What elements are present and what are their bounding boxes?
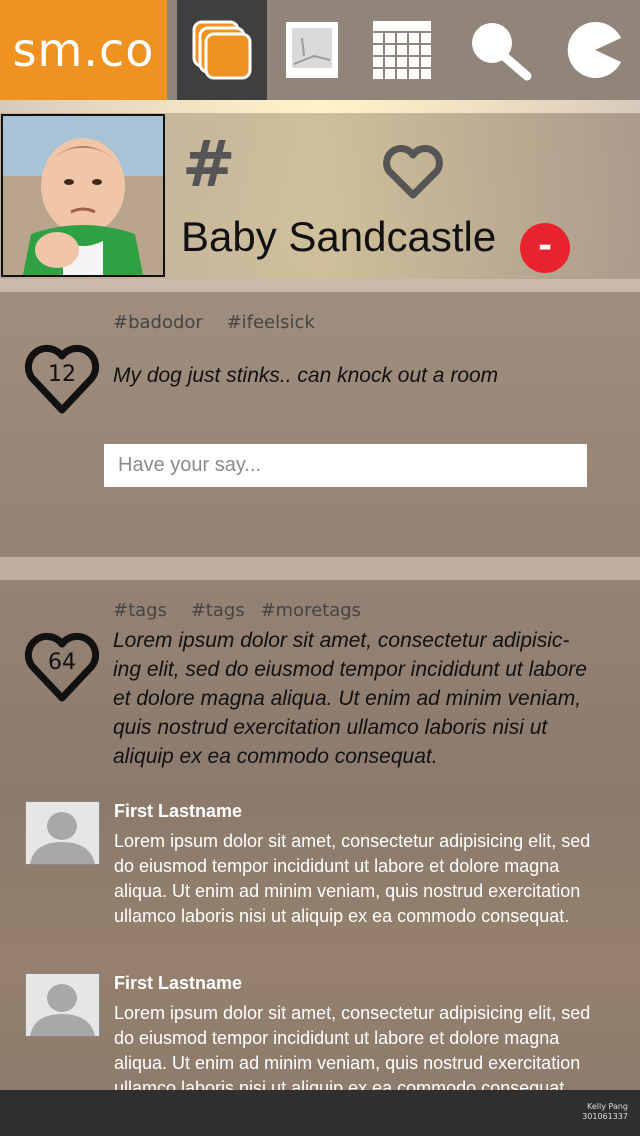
- comment-text: Lorem ipsum dolor sit amet, consectetur …: [114, 1003, 591, 1098]
- calendar-icon: [373, 21, 431, 79]
- post-card: #badodor #ifeelsick 12 My dog just stink…: [0, 292, 640, 557]
- commenter-avatar[interactable]: [25, 973, 100, 1037]
- post-text: Lorem ipsum dolor sit amet, consectetur …: [113, 629, 587, 768]
- remove-button[interactable]: -: [520, 223, 570, 273]
- commenter-avatar[interactable]: [25, 801, 100, 865]
- tag[interactable]: #tags: [113, 600, 167, 621]
- tag[interactable]: #tags: [191, 600, 245, 621]
- top-nav-bar: sm.co: [0, 0, 640, 100]
- comment-text: Lorem ipsum dolor sit amet, consectetur …: [114, 831, 591, 926]
- pacman-icon: [567, 22, 621, 78]
- post-text: My dog just stinks.. can knock out a roo…: [113, 364, 499, 387]
- nav-calendar-button[interactable]: [357, 0, 447, 100]
- divider: [0, 279, 640, 292]
- app-logo[interactable]: sm.co: [0, 0, 167, 100]
- profile-avatar[interactable]: [1, 114, 165, 277]
- post-card: #tags #tags #moretags 64 Lorem ipsum dol…: [0, 580, 640, 1098]
- image-icon: [286, 22, 338, 78]
- post-tags: #badodor #ifeelsick: [113, 312, 333, 333]
- user-placeholder-icon: [30, 984, 95, 1036]
- profile-name: Baby Sandcastle: [181, 213, 497, 260]
- author-name: Kelly Pang: [586, 1102, 628, 1111]
- comment-input[interactable]: [104, 444, 587, 487]
- author-id: 301061337: [582, 1112, 628, 1121]
- like-button[interactable]: 64: [22, 630, 102, 704]
- author-credit: Kelly Pang 301061337: [582, 1102, 628, 1122]
- header-divider: [0, 100, 640, 113]
- stack-cards-icon: [192, 20, 252, 80]
- post-tags: #tags #tags #moretags: [113, 600, 379, 621]
- like-count: 12: [48, 362, 76, 387]
- baby-photo: [3, 116, 163, 275]
- commenter-name[interactable]: First Lastname: [114, 973, 242, 994]
- nav-menu-button[interactable]: [550, 0, 640, 100]
- commenter-name[interactable]: First Lastname: [114, 801, 242, 822]
- user-placeholder-icon: [30, 812, 95, 864]
- tag[interactable]: #badodor: [113, 312, 203, 333]
- heart-icon[interactable]: [380, 143, 446, 201]
- profile-header: # Baby Sandcastle -: [0, 113, 640, 279]
- like-count: 64: [48, 650, 76, 675]
- footer-bar: Kelly Pang 301061337: [0, 1090, 640, 1136]
- tag[interactable]: #moretags: [260, 600, 361, 621]
- nav-search-button[interactable]: [455, 0, 545, 100]
- tag[interactable]: #ifeelsick: [227, 312, 315, 333]
- search-icon: [472, 23, 532, 81]
- hashtag-icon[interactable]: #: [182, 133, 236, 197]
- nav-feed-button[interactable]: [177, 0, 267, 100]
- divider: [0, 557, 640, 580]
- nav-gallery-button[interactable]: [267, 0, 357, 100]
- like-button[interactable]: 12: [22, 342, 102, 416]
